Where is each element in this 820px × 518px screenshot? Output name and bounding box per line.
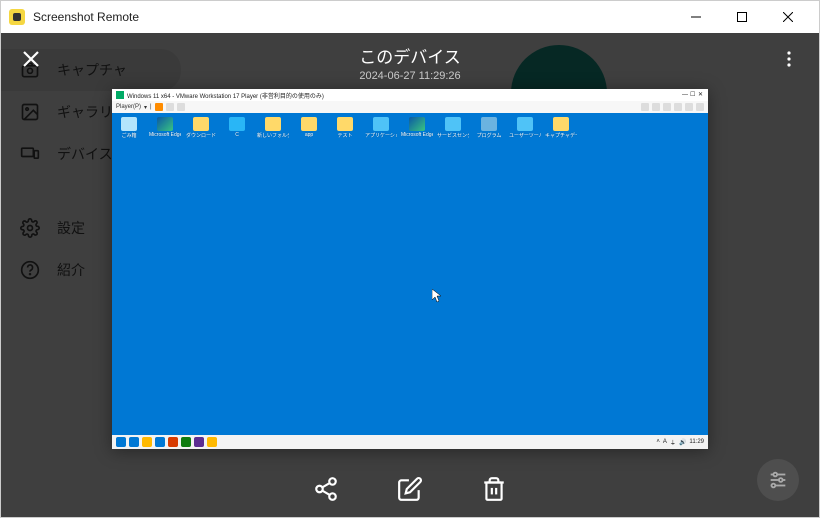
taskbar-icon <box>181 437 191 447</box>
desktop-icon-label: アプリケーション (J) <box>365 132 397 139</box>
desktop-icon: Microsoft Edge <box>406 117 428 139</box>
vm-close-icon: ✕ <box>698 92 704 98</box>
desktop-icon-label: テスト <box>337 132 352 139</box>
desktop-icon-label: Microsoft Edge <box>149 132 181 138</box>
app-body: キャプチャ ギャラリー デバイス 設定 <box>1 33 819 517</box>
desktop-icon-image <box>301 117 317 131</box>
vm-toolbar-btn-r1 <box>641 103 649 111</box>
desktop-icon-label: C <box>235 132 239 138</box>
vm-desktop-icons: ごみ箱 Microsoft Edge ダウンロード C 新しいフォルダー app テスト アプ… <box>112 113 708 143</box>
taskbar-time: 11:29 <box>689 439 704 445</box>
desktop-icon-label: プログラム <box>477 132 502 139</box>
vm-toolbar-btn-3 <box>177 103 185 111</box>
vm-toolbar: Player(P) ▾ | <box>112 101 708 113</box>
desktop-icon-image <box>373 117 389 131</box>
desktop-icon-image <box>265 117 281 131</box>
vm-toolbar-btn-r5 <box>685 103 693 111</box>
desktop-icon-image <box>409 117 425 131</box>
lightbox-header: このデバイス 2024-06-27 11:29:26 <box>1 33 819 89</box>
vm-toolbar-btn-2 <box>166 103 174 111</box>
vm-app-icon <box>116 91 124 99</box>
desktop-icon-image <box>337 117 353 131</box>
app-window: Screenshot Remote キャプチャ <box>0 0 820 518</box>
window-title: Screenshot Remote <box>33 10 673 24</box>
desktop-icon-label: キャプチャデータ <box>545 132 577 139</box>
vm-desktop: ごみ箱 Microsoft Edge ダウンロード C 新しいフォルダー app テスト アプ… <box>112 113 708 435</box>
desktop-icon: サービスセンター <box>442 117 464 139</box>
desktop-icon-label: ごみ箱 <box>121 132 136 139</box>
delete-button[interactable] <box>476 471 512 507</box>
lightbox-actions <box>1 461 819 517</box>
desktop-icon-label: ダウンロード <box>186 132 216 139</box>
desktop-icon: キャプチャデータ <box>550 117 572 139</box>
vm-minimize-icon: — <box>682 92 688 98</box>
screenshot-image[interactable]: Windows 11 x64 - VMware Workstation 17 P… <box>112 89 708 449</box>
desktop-icon-image <box>229 117 245 131</box>
desktop-icon-image <box>445 117 461 131</box>
edit-button[interactable] <box>392 471 428 507</box>
taskbar-start-icon <box>116 437 126 447</box>
taskbar-status: ˄ A ⏚ 🔊 11:29 <box>656 438 704 447</box>
lightbox-subtitle: 2024-06-27 11:29:26 <box>47 70 773 82</box>
vm-taskbar: ˄ A ⏚ 🔊 11:29 <box>112 435 708 449</box>
desktop-icon: C <box>226 117 248 139</box>
vm-titlebar: Windows 11 x64 - VMware Workstation 17 P… <box>112 89 708 101</box>
desktop-icon: 新しいフォルダー <box>262 117 284 139</box>
vm-toolbar-btn-r2 <box>652 103 660 111</box>
taskbar-sound-icon: 🔊 <box>679 439 686 446</box>
taskbar-tray-icon: ˄ <box>656 439 660 445</box>
app-icon <box>9 9 25 25</box>
taskbar-icon <box>155 437 165 447</box>
desktop-icon-image <box>517 117 533 131</box>
desktop-icon-label: ユーザーツール <box>509 132 541 139</box>
desktop-icon-label: Microsoft Edge <box>401 132 433 138</box>
desktop-icon-label: 新しいフォルダー <box>257 132 289 139</box>
cursor-icon <box>432 289 442 303</box>
desktop-icon-image <box>193 117 209 131</box>
taskbar-icon <box>129 437 139 447</box>
desktop-icon-image <box>157 117 173 131</box>
vm-toolbar-btn-r4 <box>674 103 682 111</box>
taskbar-icon <box>142 437 152 447</box>
taskbar-wifi-icon: ⏚ <box>670 438 676 447</box>
minimize-button[interactable] <box>673 1 719 33</box>
close-button[interactable] <box>765 1 811 33</box>
taskbar-icon <box>168 437 178 447</box>
fab-settings-button[interactable] <box>757 459 799 501</box>
taskbar-icon <box>194 437 204 447</box>
desktop-icon: ユーザーツール <box>514 117 536 139</box>
vm-title: Windows 11 x64 - VMware Workstation 17 P… <box>127 91 680 100</box>
vm-maximize-icon: ☐ <box>690 92 696 98</box>
desktop-icon: アプリケーション (J) <box>370 117 392 139</box>
maximize-button[interactable] <box>719 1 765 33</box>
lightbox-title: このデバイス <box>47 43 773 68</box>
desktop-icon-image <box>121 117 137 131</box>
share-button[interactable] <box>308 471 344 507</box>
lightbox-close-button[interactable] <box>15 43 47 75</box>
window-titlebar: Screenshot Remote <box>1 1 819 33</box>
desktop-icon-label: app <box>305 132 313 138</box>
lightbox-more-button[interactable] <box>773 43 805 75</box>
desktop-icon: テスト <box>334 117 356 139</box>
desktop-icon-label: サービスセンター <box>437 132 469 139</box>
vm-toolbar-btn-r3 <box>663 103 671 111</box>
vm-toolbar-sep: | <box>150 104 152 110</box>
desktop-icon: プログラム <box>478 117 500 139</box>
window-controls <box>673 1 811 33</box>
desktop-icon: ダウンロード <box>190 117 212 139</box>
vm-toolbar-btn-r6 <box>696 103 704 111</box>
vm-toolbar-btn-1 <box>155 103 163 111</box>
taskbar-lang-icon: A <box>663 439 667 445</box>
vm-toolbar-player-label: Player(P) <box>116 104 141 110</box>
lightbox-content: Windows 11 x64 - VMware Workstation 17 P… <box>1 89 819 461</box>
desktop-icon-image <box>553 117 569 131</box>
desktop-icon: ごみ箱 <box>118 117 140 139</box>
screenshot-lightbox: このデバイス 2024-06-27 11:29:26 Windows 11 x6… <box>1 33 819 517</box>
desktop-icon: Microsoft Edge <box>154 117 176 139</box>
lightbox-title-wrap: このデバイス 2024-06-27 11:29:26 <box>47 43 773 82</box>
desktop-icon: app <box>298 117 320 139</box>
desktop-icon-image <box>481 117 497 131</box>
taskbar-icon <box>207 437 217 447</box>
vm-toolbar-dropdown-icon: ▾ <box>144 104 147 111</box>
